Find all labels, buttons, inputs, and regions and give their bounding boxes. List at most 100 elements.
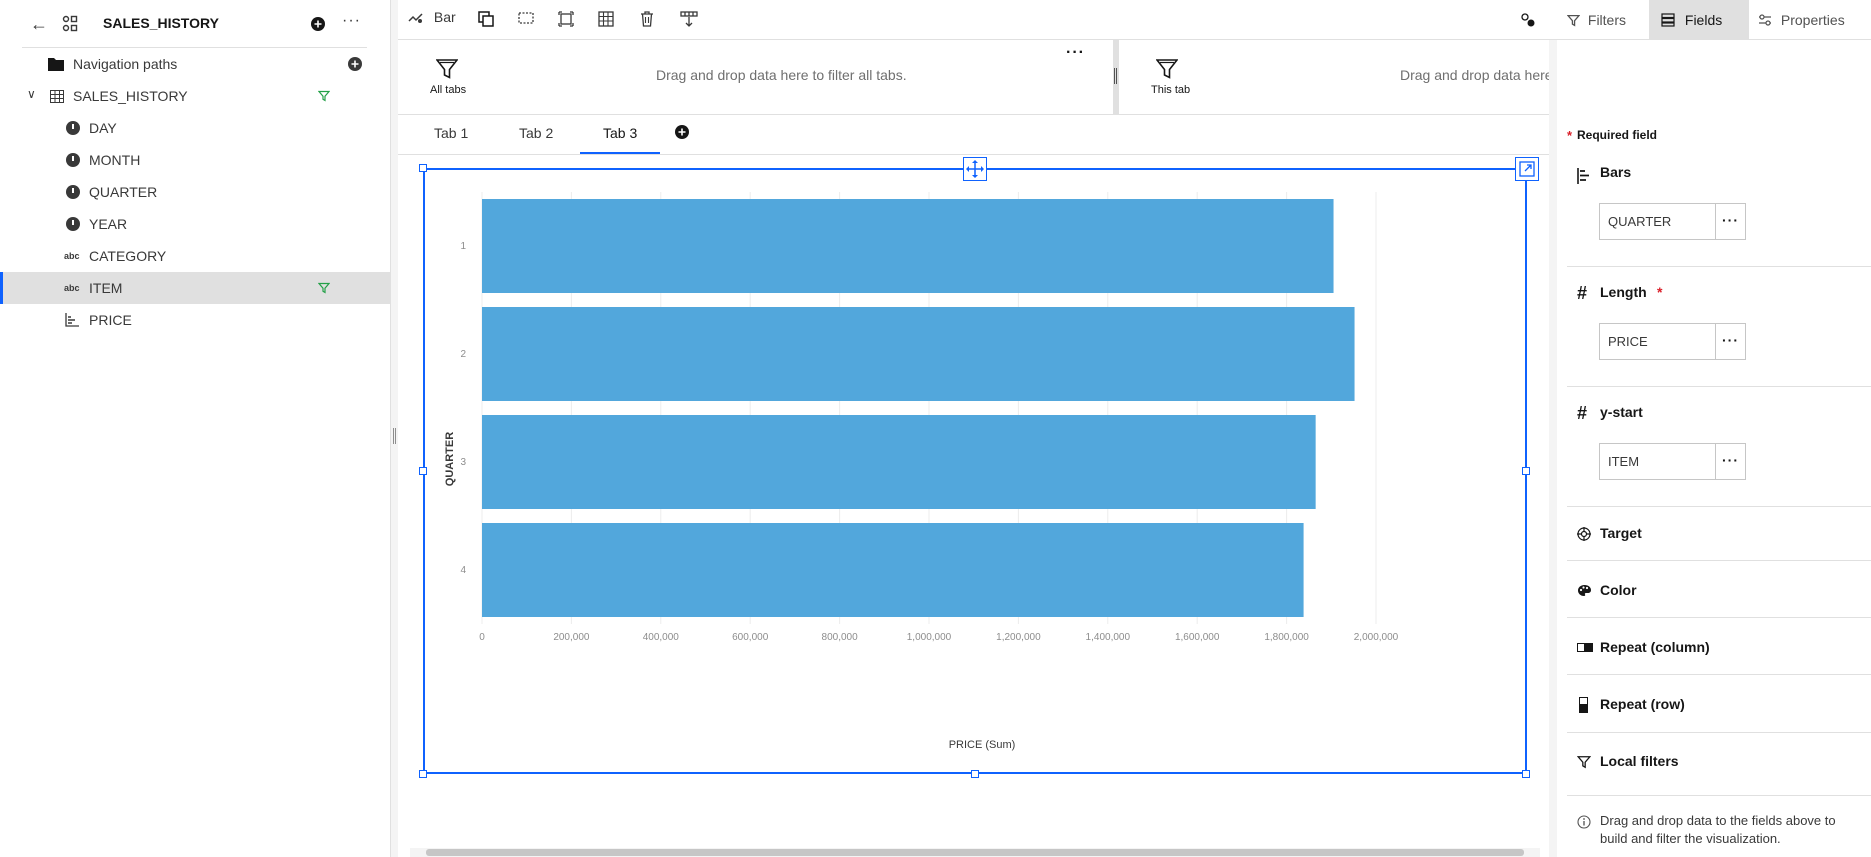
scrollbar-thumb[interactable] [426,849,1524,856]
field-section-repeat-column[interactable]: Repeat (column) [1557,636,1871,676]
section-divider [1567,795,1871,796]
tree-item-sales-history-table[interactable]: ∨ SALES_HISTORY [0,80,390,112]
bars-field-slot[interactable]: QUARTER ··· [1599,203,1746,240]
field-section-length: # Length * PRICE ··· [1557,280,1871,400]
time-icon [66,185,80,199]
time-icon [66,121,80,135]
repeat-column-title: Repeat (column) [1600,639,1710,655]
measure-icon [65,313,79,327]
expand-widget-button[interactable] [1515,157,1539,181]
fields-label: Fields [1684,12,1723,29]
y-start-field-slot[interactable]: ITEM ··· [1599,443,1746,480]
repeat-row-title: Repeat (row) [1600,696,1685,712]
add-navigation-path-icon[interactable] [348,57,362,71]
back-arrow-icon[interactable]: ← [30,14,48,35]
length-field-more-button[interactable]: ··· [1715,324,1745,359]
tree-item-day[interactable]: DAY [0,112,390,144]
duplicate-icon[interactable] [478,11,494,27]
tab-2[interactable]: Tab 2 [519,125,553,151]
more-options-icon[interactable]: ··· [342,12,361,30]
resize-handle-left[interactable] [419,467,427,475]
divider-grip-icon[interactable] [1114,68,1117,84]
select-area-icon[interactable] [518,11,534,25]
palette-icon [1578,585,1591,596]
time-icon [66,153,80,167]
section-divider [1567,560,1871,561]
y-start-field-more-button[interactable]: ··· [1715,444,1745,479]
table-icon [50,90,64,103]
selection-indicator [0,272,3,304]
length-field-slot[interactable]: PRICE ··· [1599,323,1746,360]
target-icon [1577,527,1591,541]
tab-3[interactable]: Tab 3 [603,125,637,151]
splitter-grip-icon[interactable] [393,428,396,444]
resize-handle-right[interactable] [1522,467,1530,475]
all-tabs-label: All tabs [430,84,467,96]
required-field-label: Required field [1577,128,1658,142]
field-section-local-filters[interactable]: Local filters [1557,750,1871,790]
y-start-field-value: ITEM [1608,454,1640,469]
move-arrows-icon [966,160,984,178]
field-section-color[interactable]: Color [1557,579,1871,619]
visualization-type-icon [408,13,423,24]
fields-panel: * Required field Bars QUARTER ··· # Leng… [1549,40,1871,857]
resize-handle-bottom-left[interactable] [419,770,427,778]
field-section-repeat-row[interactable]: Repeat (row) [1557,693,1871,733]
tree-item-month[interactable]: MONTH [0,144,390,176]
tree-item-label: YEAR [89,216,128,232]
resize-handle-top-left[interactable] [419,164,427,172]
tab-1[interactable]: Tab 1 [434,125,468,151]
section-divider [1567,617,1871,618]
change-visualization-button[interactable]: Bar [408,8,456,32]
add-source-icon[interactable] [311,17,325,31]
delete-icon[interactable] [640,11,654,27]
tree-item-price[interactable]: PRICE [0,304,390,336]
move-widget-handle[interactable] [963,157,987,181]
tree-item-label: QUARTER [89,184,158,200]
bars-icon [1577,168,1589,184]
fit-to-area-icon[interactable] [558,11,574,27]
tab-filters[interactable]: Filters [1557,0,1645,40]
length-title: Length [1600,284,1647,300]
data-source-title: SALES_HISTORY [103,15,219,31]
section-divider [1567,266,1871,267]
all-tabs-filter-zone[interactable]: All tabs Drag and drop data here to filt… [398,40,1113,115]
panel-splitter[interactable] [390,0,398,857]
tree-item-label: SALES_HISTORY [73,88,188,104]
all-tabs-hint: Drag and drop data here to filter all ta… [656,67,907,83]
filter-icon [436,59,458,79]
horizontal-scrollbar[interactable] [410,848,1540,857]
section-divider [1567,732,1871,733]
more-options-icon[interactable]: ··· [1066,44,1085,62]
add-tab-icon[interactable] [675,125,689,139]
tree-item-item[interactable]: abc ITEM [0,272,390,304]
filter-icon [1156,59,1178,79]
filter-applied-icon [318,282,330,294]
tree-item-quarter[interactable]: QUARTER [0,176,390,208]
field-section-target[interactable]: Target [1557,522,1871,562]
tree-item-navigation-paths[interactable]: Navigation paths [0,48,390,80]
resize-handle-bottom[interactable] [971,770,979,778]
section-divider [1567,506,1871,507]
tree-item-year[interactable]: YEAR [0,208,390,240]
resize-handle-bottom-right[interactable] [1522,770,1530,778]
view-data-table-icon[interactable] [598,11,614,27]
fields-info-note: Drag and drop data to the fields above t… [1557,812,1871,857]
filter-icon [1567,14,1580,27]
visualization-widget-frame[interactable] [423,168,1527,774]
bars-field-more-button[interactable]: ··· [1715,204,1745,239]
data-sources-panel: ← SALES_HISTORY ··· Navigation paths ∨ S… [0,0,390,857]
properties-sliders-icon [1759,14,1771,26]
repeat-column-icon [1577,643,1593,652]
tab-fields[interactable]: Fields [1649,0,1749,40]
fields-info-text: Drag and drop data to the fields above t… [1600,813,1836,846]
chevron-down-icon[interactable]: ∨ [27,87,36,101]
tab-properties[interactable]: Properties [1758,0,1871,40]
filter-zone-divider[interactable] [1113,40,1119,115]
expand-icon [1519,161,1535,177]
drill-options-icon[interactable] [1520,12,1536,28]
tree-item-category[interactable]: abc CATEGORY [0,240,390,272]
pin-to-dashboard-icon[interactable] [680,11,698,27]
y-start-title: y-start [1600,404,1643,420]
tree-item-label: MONTH [89,152,141,168]
